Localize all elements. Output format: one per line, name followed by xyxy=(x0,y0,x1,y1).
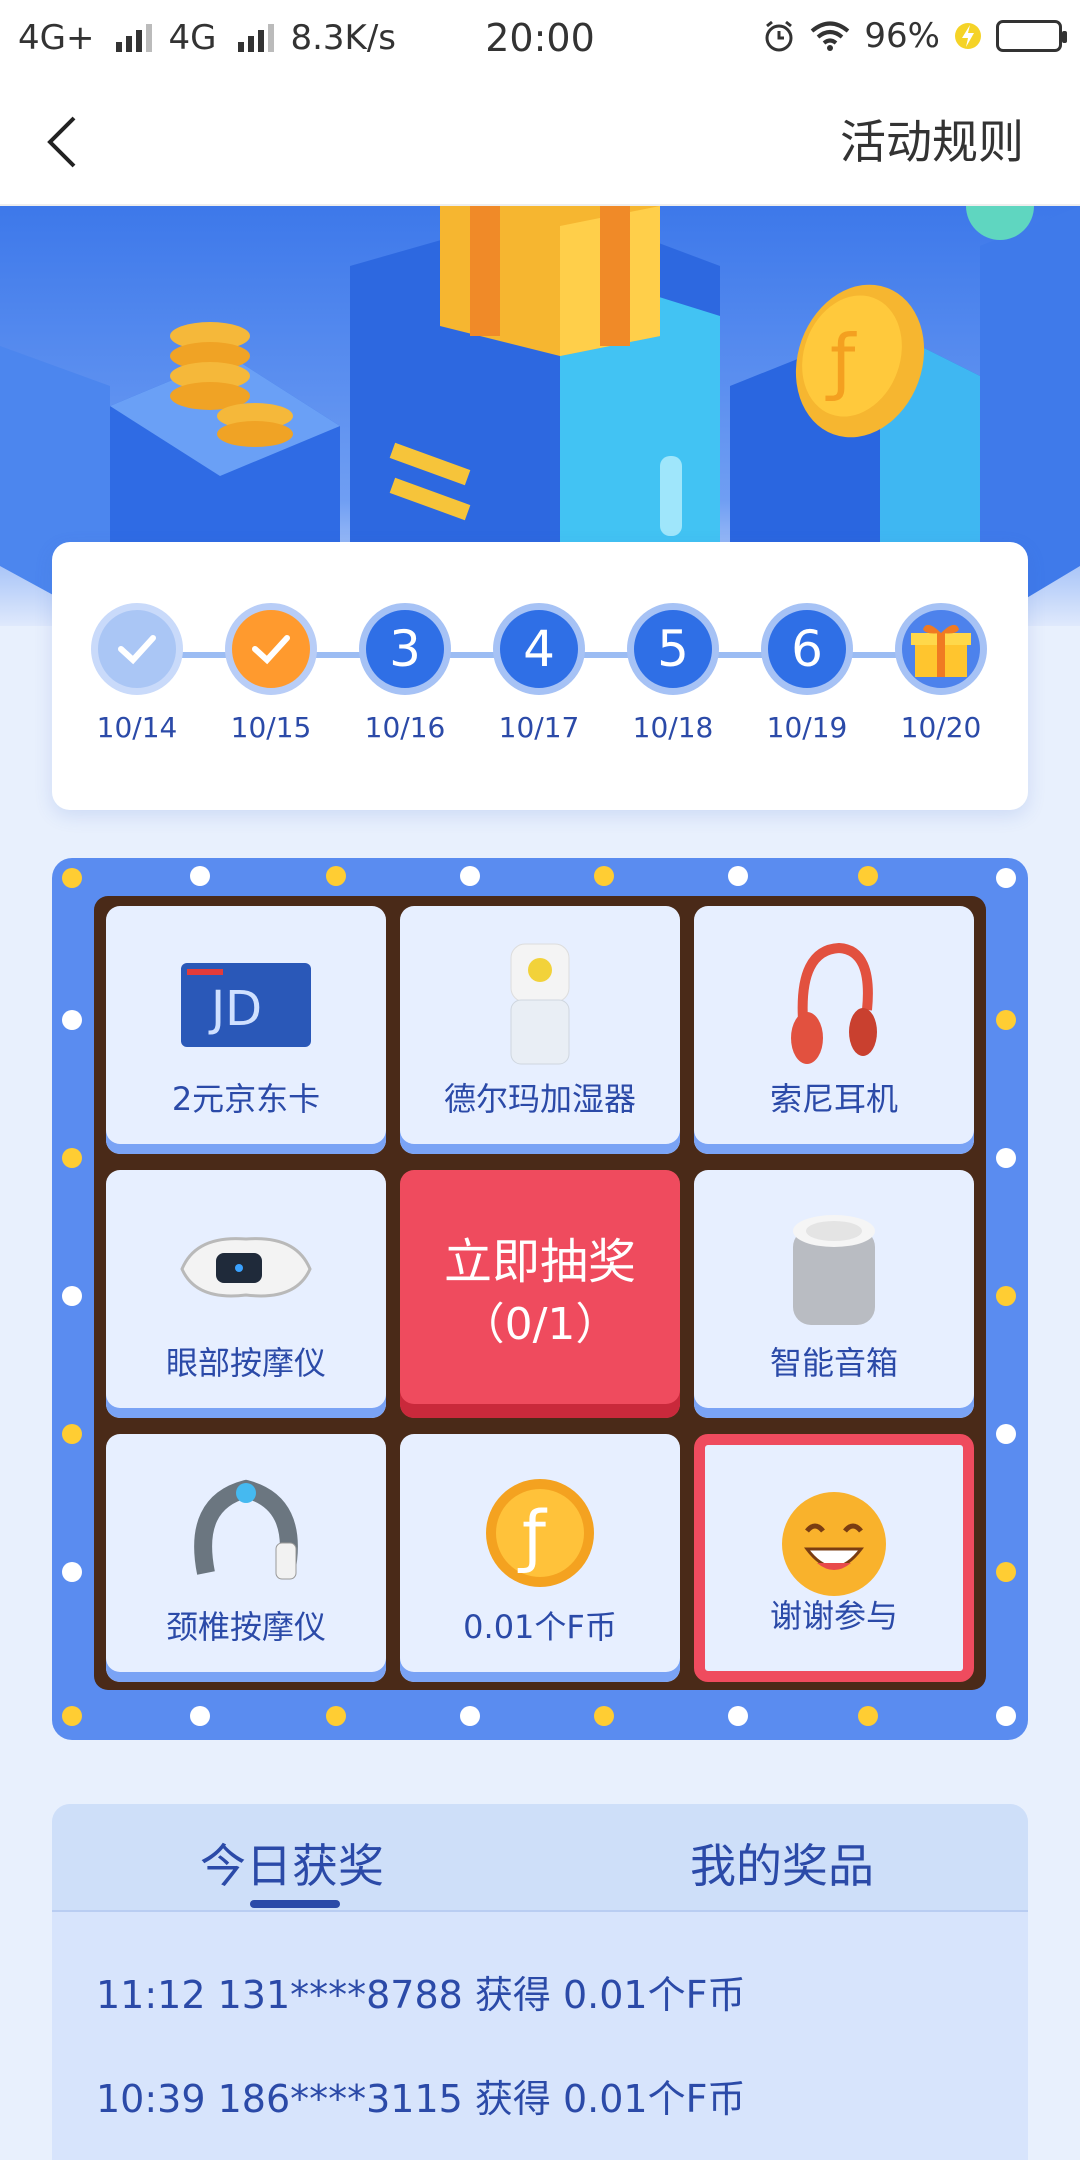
svg-text:JD: JD xyxy=(208,981,262,1037)
light-dot xyxy=(996,1148,1016,1168)
prize-cell-humidifier[interactable]: 德尔玛加湿器 xyxy=(400,906,680,1154)
day-item: 5 10/18 xyxy=(621,603,725,744)
light-dot xyxy=(460,1706,480,1726)
draw-now-button[interactable]: 立即抽奖 （0/1） xyxy=(400,1170,680,1418)
prize-cell-smart-speaker[interactable]: 智能音箱 xyxy=(694,1170,974,1418)
alarm-icon xyxy=(765,20,793,52)
day-number: 4 xyxy=(493,603,585,695)
draw-count: （0/1） xyxy=(460,1299,620,1350)
day-item: 10/14 xyxy=(85,603,189,744)
day-date: 10/16 xyxy=(364,711,446,744)
winners-panel: 今日获奖 我的奖品 11:12 131****8788 获得 0.01个F币 1… xyxy=(52,1804,1028,2160)
check-in-card: 10/14 10/15 3 10/16 4 10/17 5 10/18 6 10… xyxy=(52,542,1028,810)
draw-button-label: 立即抽奖 xyxy=(443,1234,636,1290)
winner-records-list: 11:12 131****8788 获得 0.01个F币 10:39 186**… xyxy=(96,1964,745,2160)
prize-cell-jd-card[interactable]: JD 2元京东卡 xyxy=(106,906,386,1154)
headphones-icon xyxy=(694,930,974,1080)
prize-label: 眼部按摩仪 xyxy=(165,1344,326,1382)
day-item: 4 10/17 xyxy=(487,603,591,744)
light-dot xyxy=(190,866,210,886)
light-dot xyxy=(858,1706,878,1726)
check-icon xyxy=(225,603,317,695)
light-dot xyxy=(594,1706,614,1726)
winner-record: 10:39 186****3115 获得 0.01个F币 xyxy=(96,2077,746,2121)
light-dot xyxy=(996,1706,1016,1726)
jd-card-icon: JD xyxy=(106,930,386,1080)
day-date: 10/20 xyxy=(900,711,982,744)
light-dot xyxy=(62,1424,82,1444)
active-tab-indicator xyxy=(250,1900,340,1908)
light-dot xyxy=(326,1706,346,1726)
neck-massager-icon xyxy=(106,1458,386,1608)
gift-icon xyxy=(895,603,987,695)
light-dot xyxy=(62,868,82,888)
back-chevron-icon[interactable] xyxy=(40,114,90,170)
lottery-frame: JD 2元京东卡 德尔玛加湿器 索尼耳机 眼部按摩仪 立即抽奖 （0/1） 智能… xyxy=(52,858,1028,1740)
tab-today-winners[interactable]: 今日获奖 xyxy=(200,1830,384,1896)
light-dot xyxy=(190,1706,210,1726)
prize-label: 德尔玛加湿器 xyxy=(443,1080,636,1118)
day-number: 5 xyxy=(627,603,719,695)
tab-bar: 今日获奖 我的奖品 xyxy=(52,1804,1028,1912)
svg-text:ƒ: ƒ xyxy=(517,1497,548,1576)
light-dot xyxy=(62,1286,82,1306)
light-dot xyxy=(62,1706,82,1726)
activity-rules-link[interactable]: 活动规则 xyxy=(840,106,1024,172)
wifi-icon xyxy=(811,21,850,51)
prize-cell-thanks[interactable]: 谢谢参与 xyxy=(694,1434,974,1682)
svg-text:ƒ: ƒ xyxy=(825,319,857,403)
prize-label: 颈椎按摩仪 xyxy=(165,1608,326,1646)
eye-massager-icon xyxy=(106,1194,386,1344)
prize-grid: JD 2元京东卡 德尔玛加湿器 索尼耳机 眼部按摩仪 立即抽奖 （0/1） 智能… xyxy=(94,896,986,1690)
light-dot xyxy=(62,1562,82,1582)
tab-my-prizes[interactable]: 我的奖品 xyxy=(690,1830,874,1896)
day-date: 10/18 xyxy=(632,711,714,744)
prize-label: 索尼耳机 xyxy=(769,1080,898,1118)
day-item: 10/15 xyxy=(219,603,323,744)
prize-cell-eye-massager[interactable]: 眼部按摩仪 xyxy=(106,1170,386,1418)
smart-speaker-icon xyxy=(694,1194,974,1344)
f-coin-icon: ƒ xyxy=(400,1458,680,1608)
light-dot xyxy=(996,1286,1016,1306)
light-dot xyxy=(594,866,614,886)
prize-label: 0.01个F币 xyxy=(463,1608,617,1646)
day-item: 3 10/16 xyxy=(353,603,457,744)
day-number: 3 xyxy=(359,603,451,695)
day-date: 10/17 xyxy=(498,711,580,744)
battery-percent: 96% xyxy=(864,16,940,56)
light-dot xyxy=(460,866,480,886)
prize-label: 智能音箱 xyxy=(769,1344,898,1382)
charging-icon xyxy=(955,23,981,49)
light-dot xyxy=(996,1562,1016,1582)
prize-label: 2元京东卡 xyxy=(171,1080,321,1118)
prize-label: 谢谢参与 xyxy=(769,1597,898,1635)
top-nav-bar: 活动规则 xyxy=(0,76,1080,206)
prize-cell-f-coin[interactable]: ƒ 0.01个F币 xyxy=(400,1434,680,1682)
day-number: 6 xyxy=(761,603,853,695)
check-icon xyxy=(91,603,183,695)
day-date: 10/19 xyxy=(766,711,848,744)
light-dot xyxy=(326,866,346,886)
light-dot xyxy=(996,1010,1016,1030)
light-dot xyxy=(728,866,748,886)
light-dot xyxy=(62,1010,82,1030)
light-dot xyxy=(996,1424,1016,1444)
humidifier-icon xyxy=(400,930,680,1080)
light-dot xyxy=(858,866,878,886)
light-dot xyxy=(62,1148,82,1168)
battery-icon xyxy=(996,20,1067,52)
day-item: 10/20 xyxy=(889,603,993,744)
prize-cell-neck-massager[interactable]: 颈椎按摩仪 xyxy=(106,1434,386,1682)
winner-record: 11:12 131****8788 获得 0.01个F币 xyxy=(96,1973,746,2017)
status-bar: 4G+ 4G 8.3K/s 20:00 96% xyxy=(0,0,1080,76)
light-dot xyxy=(996,868,1016,888)
day-date: 10/14 xyxy=(96,711,178,744)
day-date: 10/15 xyxy=(230,711,312,744)
day-item: 6 10/19 xyxy=(755,603,859,744)
light-dot xyxy=(728,1706,748,1726)
prize-cell-headphones[interactable]: 索尼耳机 xyxy=(694,906,974,1154)
